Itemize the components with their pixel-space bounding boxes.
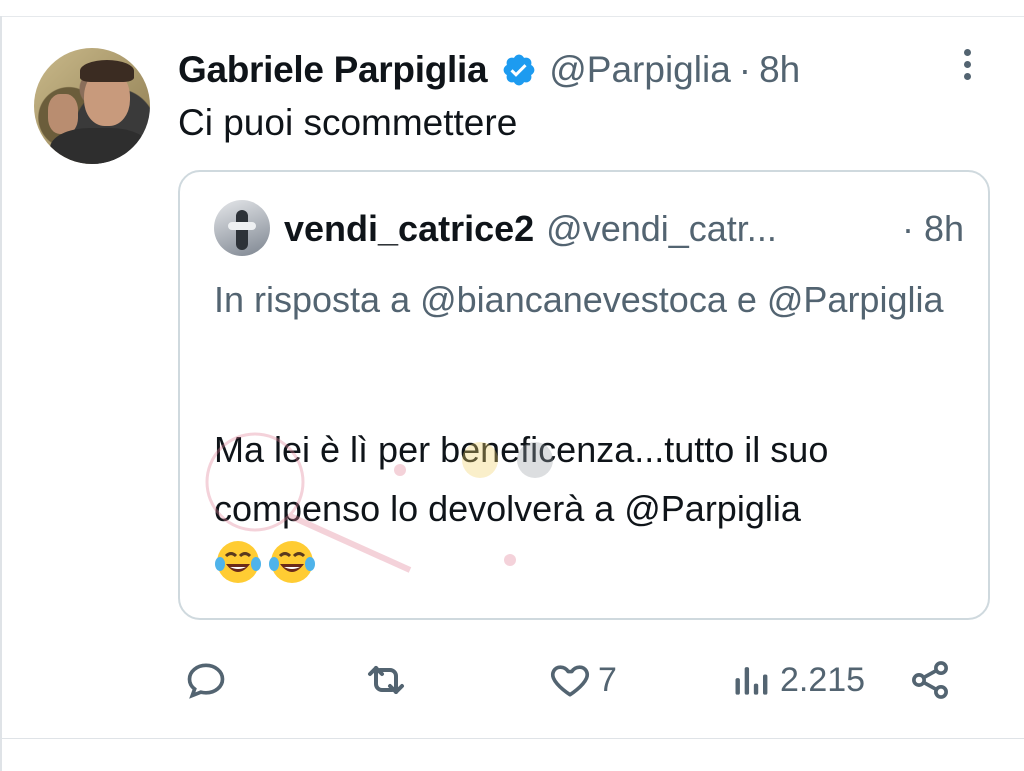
quoted-tweet-time: · 8h [901, 208, 964, 249]
like-button[interactable]: 7 [548, 648, 617, 712]
separator-dot: · [738, 49, 752, 90]
more-vertical-icon[interactable] [958, 49, 976, 87]
speech-bubble-icon [184, 658, 228, 702]
tweet-header: Gabriele Parpiglia @Parpiglia · 8h [178, 46, 800, 94]
author-name[interactable]: Gabriele Parpiglia [178, 49, 488, 91]
heart-icon [548, 658, 592, 702]
tears-of-joy-emoji [215, 541, 261, 583]
tweet-time[interactable]: 8h [759, 49, 800, 91]
author-handle[interactable]: @Parpiglia [549, 49, 731, 91]
quoted-tweet-text: Ma lei è lì per beneficenza...tutto il s… [214, 429, 829, 529]
views-count: 2.215 [780, 660, 866, 699]
tears-of-joy-emoji [269, 541, 315, 583]
verified-badge-icon [501, 52, 537, 88]
like-count: 7 [598, 660, 617, 699]
share-icon [908, 658, 952, 702]
top-divider [0, 16, 1024, 17]
share-button[interactable] [908, 648, 952, 712]
bottom-divider [0, 738, 1024, 739]
reply-context: In risposta a @biancanevestoca e @Parpig… [214, 279, 944, 320]
tweet-text: Ci puoi scommettere [178, 102, 518, 143]
views-button[interactable]: 2.215 [730, 648, 865, 712]
bar-chart-icon [730, 658, 774, 702]
reply-button[interactable] [184, 648, 234, 712]
retweet-button[interactable] [362, 648, 416, 712]
retweet-icon [362, 656, 410, 704]
quoted-tweet[interactable]: vendi_catrice2 @vendi_catr... · 8h In ri… [178, 170, 990, 620]
quoted-author-avatar[interactable] [214, 200, 270, 256]
quoted-author-name: vendi_catrice2 [284, 208, 535, 249]
author-avatar[interactable] [34, 48, 150, 164]
action-bar: 7 2.215 [0, 648, 1024, 712]
quoted-tweet-header: vendi_catrice2 @vendi_catr... · 8h [284, 204, 964, 254]
emoji-row [214, 538, 316, 586]
quoted-author-handle: @vendi_catr... [546, 208, 777, 249]
